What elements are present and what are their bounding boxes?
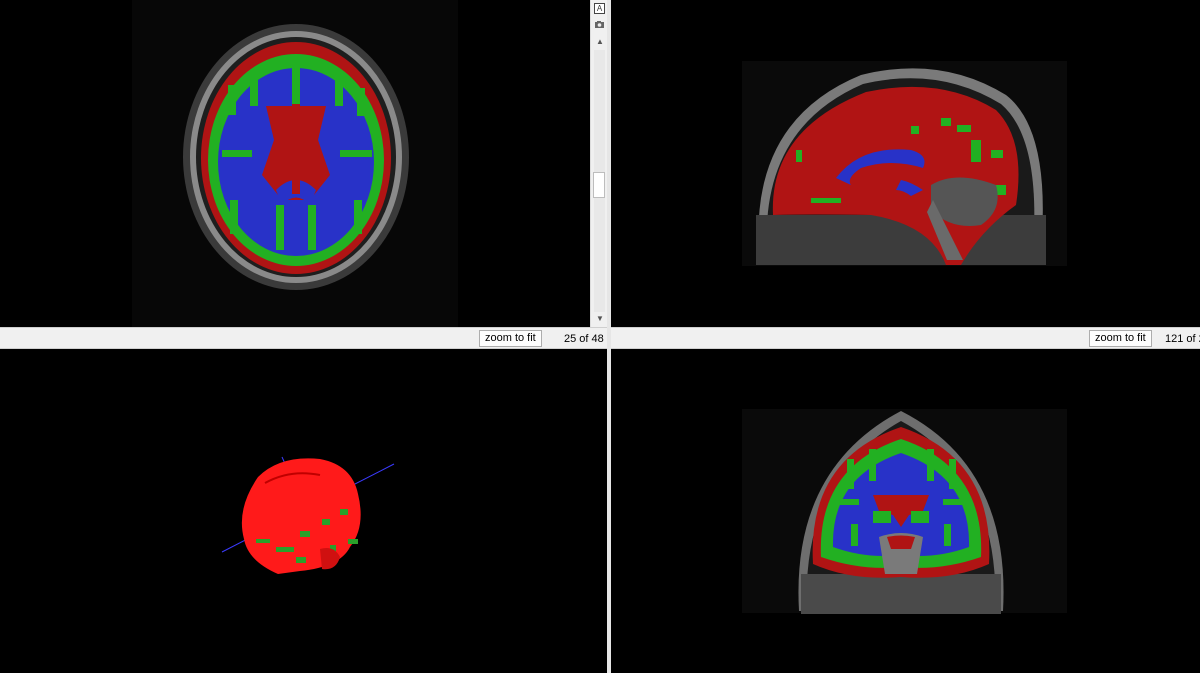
scroll-down-arrow-icon[interactable]: ▼ xyxy=(595,314,605,324)
axial-status-bar: zoom to fit 25 of 48 xyxy=(0,327,607,349)
axial-view[interactable] xyxy=(0,0,590,327)
sagittal-slice-counter: 121 of 24 xyxy=(1165,333,1200,345)
annotation-icon[interactable]: A xyxy=(594,3,605,14)
sagittal-view[interactable] xyxy=(611,0,1200,327)
coronal-view[interactable] xyxy=(611,349,1200,673)
scrollbar-thumb[interactable] xyxy=(593,172,605,198)
axial-slice-counter: 25 of 48 xyxy=(564,333,604,345)
sagittal-zoom-to-fit-button[interactable]: zoom to fit xyxy=(1089,330,1152,347)
3d-render-view[interactable] xyxy=(0,349,607,673)
scroll-up-arrow-icon[interactable]: ▲ xyxy=(595,37,605,47)
camera-icon[interactable] xyxy=(594,19,605,30)
slice-scrollbar[interactable]: A ▲ ▼ xyxy=(590,0,607,327)
axial-zoom-to-fit-button[interactable]: zoom to fit xyxy=(479,330,542,347)
sagittal-status-bar: zoom to fit 121 of 24 xyxy=(611,327,1200,349)
